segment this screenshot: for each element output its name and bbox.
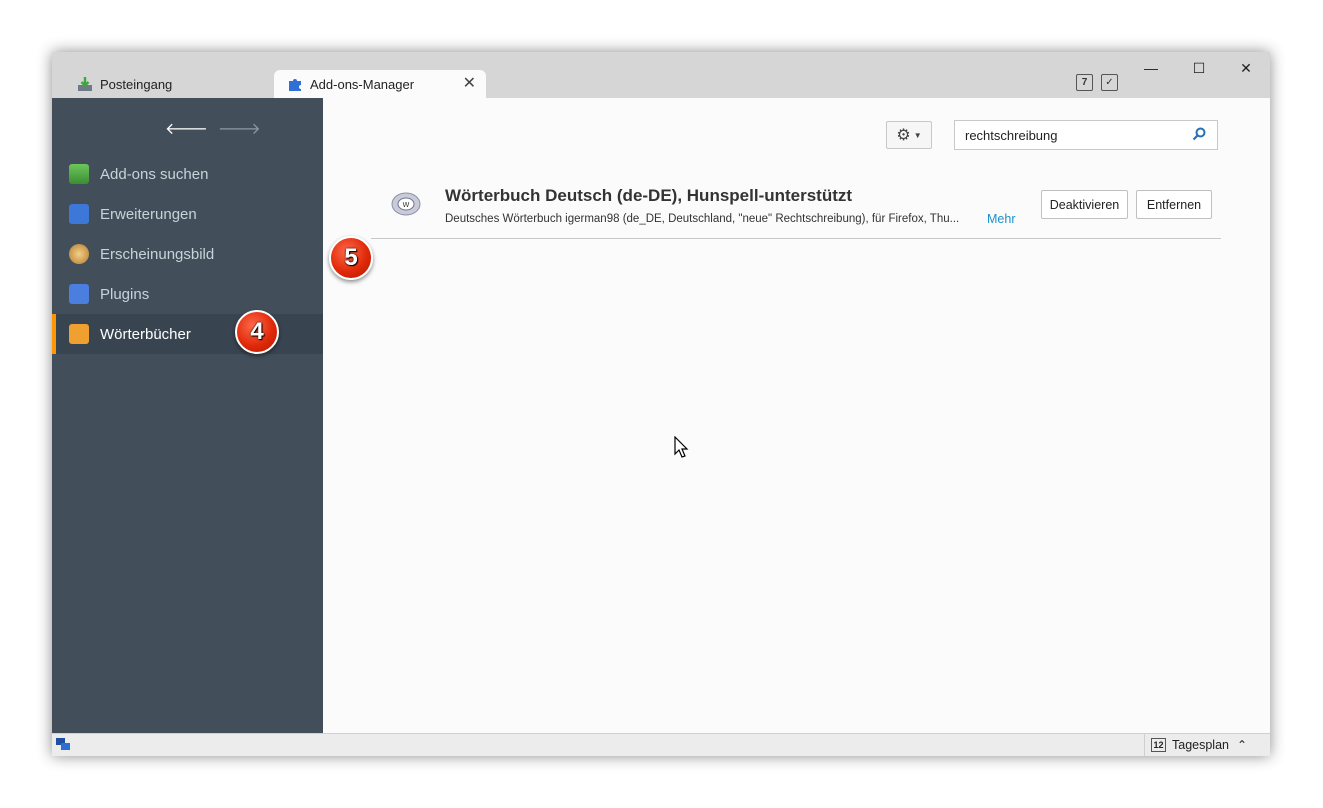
category-dictionaries[interactable]: Wörterbücher bbox=[52, 314, 323, 354]
remove-button[interactable]: Entfernen bbox=[1136, 190, 1212, 219]
extensions-puzzle-icon bbox=[69, 204, 89, 224]
search-input[interactable] bbox=[965, 126, 1185, 144]
history-navigation: 🡐 🡒 bbox=[165, 118, 261, 139]
back-arrow-icon[interactable]: 🡐 bbox=[165, 118, 208, 139]
svg-text:W: W bbox=[403, 201, 410, 209]
category-plugins[interactable]: Plugins bbox=[52, 274, 323, 314]
tab-addons-manager[interactable]: Add-ons-Manager ✕ bbox=[274, 70, 486, 98]
calendar-icon: 12 bbox=[1151, 738, 1166, 752]
appearance-palette-icon bbox=[69, 244, 89, 264]
calendar-icon[interactable]: 7 bbox=[1076, 74, 1093, 91]
category-label: Erweiterungen bbox=[100, 205, 197, 223]
puzzle-icon bbox=[286, 75, 304, 93]
dictionary-addon-icon: W bbox=[391, 192, 421, 216]
today-pane-label: Tagesplan bbox=[1172, 738, 1229, 752]
toolbar-icons: 7 ✓ bbox=[1076, 74, 1118, 91]
thunderbird-window: Posteingang Add-ons-Manager ✕ 7 ✓ — ☐ ✕ … bbox=[52, 52, 1270, 756]
search-box[interactable] bbox=[954, 120, 1218, 150]
annotation-badge-5: 5 bbox=[329, 236, 373, 280]
network-status-icon[interactable] bbox=[55, 737, 71, 752]
search-icon[interactable] bbox=[1191, 126, 1207, 142]
close-tab-button[interactable]: ✕ bbox=[463, 75, 476, 93]
category-label: Erscheinungsbild bbox=[100, 245, 215, 263]
categories-sidebar: 🡐 🡒 Add-ons suchen Erweiterungen Erschei… bbox=[52, 98, 323, 733]
addon-title: Wörterbuch Deutsch (de-DE), Hunspell-unt… bbox=[445, 186, 853, 205]
tasks-icon[interactable]: ✓ bbox=[1101, 74, 1118, 91]
addon-description: Deutsches Wörterbuch igerman98 (de_DE, D… bbox=[445, 213, 960, 225]
disable-button[interactable]: Deaktivieren bbox=[1041, 190, 1128, 219]
category-label: Wörterbücher bbox=[100, 325, 191, 343]
category-discover[interactable]: Add-ons suchen bbox=[52, 154, 323, 194]
dropdown-caret-icon: ▼ bbox=[913, 130, 922, 140]
inbox-download-icon bbox=[76, 75, 94, 93]
plugins-brick-icon bbox=[69, 284, 89, 304]
forward-arrow-icon[interactable]: 🡒 bbox=[218, 118, 261, 139]
get-addons-icon bbox=[69, 164, 89, 184]
close-window-button[interactable]: ✕ bbox=[1223, 58, 1269, 78]
dictionary-book-icon bbox=[69, 324, 89, 344]
title-bar: Posteingang Add-ons-Manager ✕ 7 ✓ — ☐ ✕ bbox=[52, 52, 1270, 98]
category-extensions[interactable]: Erweiterungen bbox=[52, 194, 323, 234]
more-link[interactable]: Mehr bbox=[987, 212, 1015, 226]
category-appearance[interactable]: Erscheinungsbild bbox=[52, 234, 323, 274]
tools-gear-button[interactable]: ⚙ ▼ bbox=[886, 121, 932, 149]
today-pane-toggle[interactable]: 12 Tagesplan ⌃ bbox=[1144, 734, 1247, 756]
mouse-cursor-icon bbox=[674, 436, 689, 458]
maximize-button[interactable]: ☐ bbox=[1176, 58, 1222, 78]
annotation-badge-4: 4 bbox=[235, 310, 279, 354]
minimize-button[interactable]: — bbox=[1128, 58, 1174, 78]
addon-list-item[interactable]: W Wörterbuch Deutsch (de-DE), Hunspell-u… bbox=[371, 180, 1221, 239]
gear-icon: ⚙ bbox=[896, 127, 911, 144]
tab-label: Add-ons-Manager bbox=[310, 76, 415, 92]
tab-posteingang[interactable]: Posteingang bbox=[70, 70, 270, 98]
status-bar: 12 Tagesplan ⌃ bbox=[52, 733, 1270, 756]
tab-label: Posteingang bbox=[100, 76, 173, 92]
chevron-up-icon: ⌃ bbox=[1237, 738, 1248, 752]
addons-list-pane: ⚙ ▼ 5 W Wörterbuch Deutsch (de-DE), Huns… bbox=[323, 98, 1270, 733]
category-label: Add-ons suchen bbox=[100, 165, 209, 183]
category-label: Plugins bbox=[100, 285, 150, 303]
